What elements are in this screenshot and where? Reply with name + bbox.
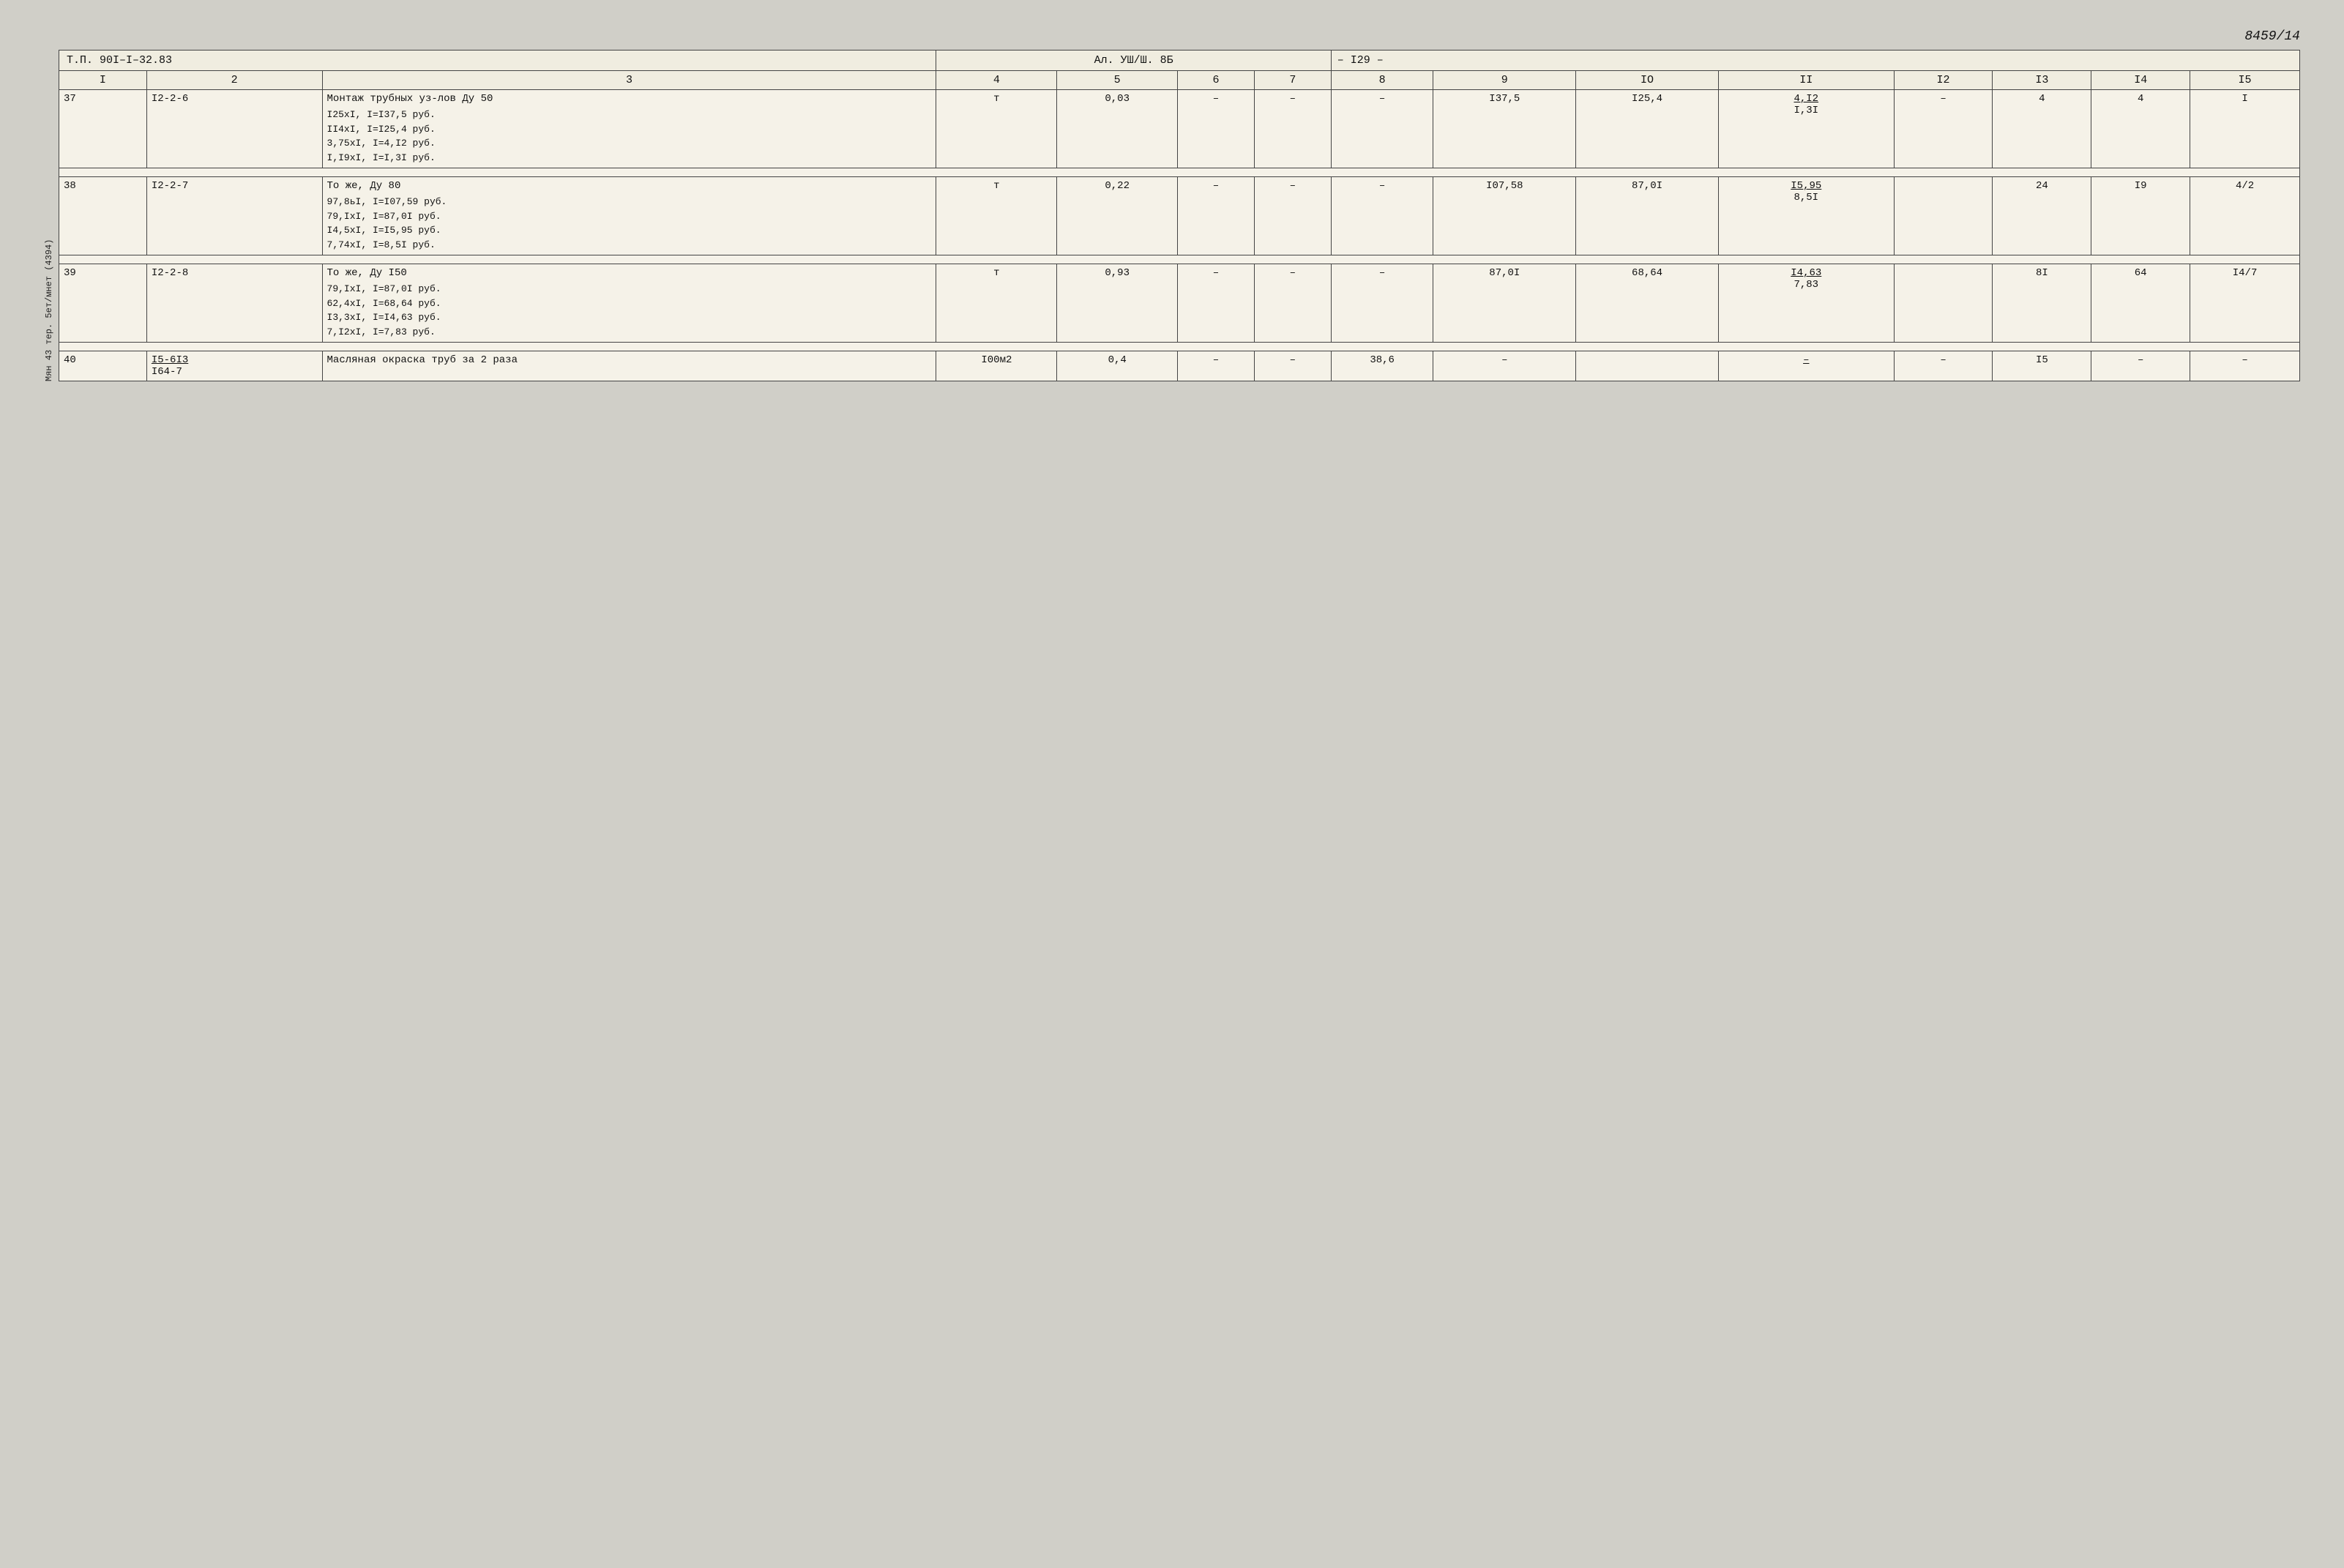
row-col7-2: –: [1254, 264, 1331, 343]
row-col8-1: –: [1331, 177, 1433, 255]
row-col8-0: –: [1331, 90, 1433, 168]
row-col9-0: I37,5: [1433, 90, 1576, 168]
row-col9-2: 87,0I: [1433, 264, 1576, 343]
row-code-3: I5-6I3I64-7: [146, 351, 322, 381]
col-header-2: 2: [146, 71, 322, 90]
col-header-1: I: [59, 71, 147, 90]
row-col15-2: I4/7: [2190, 264, 2300, 343]
col-header-10: IO: [1576, 71, 1719, 90]
row-col14-2: 64: [2091, 264, 2190, 343]
row-code-0: I2-2-6: [146, 90, 322, 168]
col-header-3: 3: [322, 71, 936, 90]
main-wrapper: Мян 43 тер. 5ет/мнет (4394) Т.П. 90I–I–3…: [44, 50, 2300, 381]
row-col7-3: –: [1254, 351, 1331, 381]
row-col4-0: т: [936, 90, 1057, 168]
row-col12-2: [1894, 264, 1993, 343]
column-header-row: I 2 3 4 5 6 7 8 9 IO II I2 I3 I4 I5: [59, 71, 2300, 90]
row-col14-0: 4: [2091, 90, 2190, 168]
row-desc-3: Масляная окраска труб за 2 раза: [322, 351, 936, 381]
row-col8-3: 38,6: [1331, 351, 1433, 381]
row-col12-0: –: [1894, 90, 1993, 168]
row-col5-3: 0,4: [1057, 351, 1178, 381]
col-header-14: I4: [2091, 71, 2190, 90]
row-col14-3: –: [2091, 351, 2190, 381]
row-col12-3: –: [1894, 351, 1993, 381]
row-num-2: 39: [59, 264, 147, 343]
row-col11-2: I4,637,83: [1718, 264, 1894, 343]
col-header-7: 7: [1254, 71, 1331, 90]
main-table: Т.П. 90I–I–32.83 Ал. УШ/Ш. 8Б – I29 – I …: [59, 50, 2300, 381]
table-row: 39I2-2-8То же, Ду I5079,IxI, I=87,0I руб…: [59, 264, 2300, 343]
col-header-5: 5: [1057, 71, 1178, 90]
row-col7-0: –: [1254, 90, 1331, 168]
header-right: – I29 –: [1331, 51, 2299, 71]
row-col6-2: –: [1178, 264, 1255, 343]
header-left: Т.П. 90I–I–32.83: [59, 51, 936, 71]
row-col6-0: –: [1178, 90, 1255, 168]
row-col15-1: 4/2: [2190, 177, 2300, 255]
spacer-row: [59, 343, 2300, 351]
row-num-0: 37: [59, 90, 147, 168]
table-header-row: Т.П. 90I–I–32.83 Ал. УШ/Ш. 8Б – I29 –: [59, 51, 2300, 71]
row-col10-2: 68,64: [1576, 264, 1719, 343]
col-header-4: 4: [936, 71, 1057, 90]
col-header-11: II: [1718, 71, 1894, 90]
row-col11-3: –: [1718, 351, 1894, 381]
row-col13-2: 8I: [1993, 264, 2091, 343]
col-header-8: 8: [1331, 71, 1433, 90]
row-num-3: 40: [59, 351, 147, 381]
row-col13-0: 4: [1993, 90, 2091, 168]
row-col10-1: 87,0I: [1576, 177, 1719, 255]
spacer-row: [59, 255, 2300, 264]
col-header-15: I5: [2190, 71, 2300, 90]
row-col4-3: I00м2: [936, 351, 1057, 381]
row-col12-1: [1894, 177, 1993, 255]
col-header-12: I2: [1894, 71, 1993, 90]
row-col8-2: –: [1331, 264, 1433, 343]
row-col9-3: –: [1433, 351, 1576, 381]
row-col5-0: 0,03: [1057, 90, 1178, 168]
row-code-2: I2-2-8: [146, 264, 322, 343]
row-desc-0: Монтаж трубных уз-лов Ду 50I25xI, I=I37,…: [322, 90, 936, 168]
page-reference: 8459/14: [44, 29, 2300, 44]
table-body: 37I2-2-6Монтаж трубных уз-лов Ду 50I25xI…: [59, 90, 2300, 381]
row-code-1: I2-2-7: [146, 177, 322, 255]
table-row: 37I2-2-6Монтаж трубных уз-лов Ду 50I25xI…: [59, 90, 2300, 168]
row-col6-3: –: [1178, 351, 1255, 381]
row-col11-1: I5,958,5I: [1718, 177, 1894, 255]
row-col6-1: –: [1178, 177, 1255, 255]
row-col15-0: I: [2190, 90, 2300, 168]
row-col5-2: 0,93: [1057, 264, 1178, 343]
row-col10-0: I25,4: [1576, 90, 1719, 168]
side-label: Мян 43 тер. 5ет/мнет (4394): [44, 50, 54, 381]
row-col11-0: 4,I2I,3I: [1718, 90, 1894, 168]
col-header-9: 9: [1433, 71, 1576, 90]
row-col5-1: 0,22: [1057, 177, 1178, 255]
spacer-row: [59, 168, 2300, 177]
row-col15-3: –: [2190, 351, 2300, 381]
table-row: 40I5-6I3I64-7Масляная окраска труб за 2 …: [59, 351, 2300, 381]
row-num-1: 38: [59, 177, 147, 255]
row-col7-1: –: [1254, 177, 1331, 255]
row-desc-2: То же, Ду I5079,IxI, I=87,0I руб.62,4xI,…: [322, 264, 936, 343]
row-col13-3: I5: [1993, 351, 2091, 381]
row-col4-2: т: [936, 264, 1057, 343]
row-col14-1: I9: [2091, 177, 2190, 255]
row-col13-1: 24: [1993, 177, 2091, 255]
table-row: 38I2-2-7То же, Ду 8097,8ьI, I=I07,59 руб…: [59, 177, 2300, 255]
row-col10-3: [1576, 351, 1719, 381]
header-center: Ал. УШ/Ш. 8Б: [936, 51, 1331, 71]
col-header-6: 6: [1178, 71, 1255, 90]
row-col9-1: I07,58: [1433, 177, 1576, 255]
row-desc-1: То же, Ду 8097,8ьI, I=I07,59 руб.79,IxI,…: [322, 177, 936, 255]
row-col4-1: т: [936, 177, 1057, 255]
col-header-13: I3: [1993, 71, 2091, 90]
